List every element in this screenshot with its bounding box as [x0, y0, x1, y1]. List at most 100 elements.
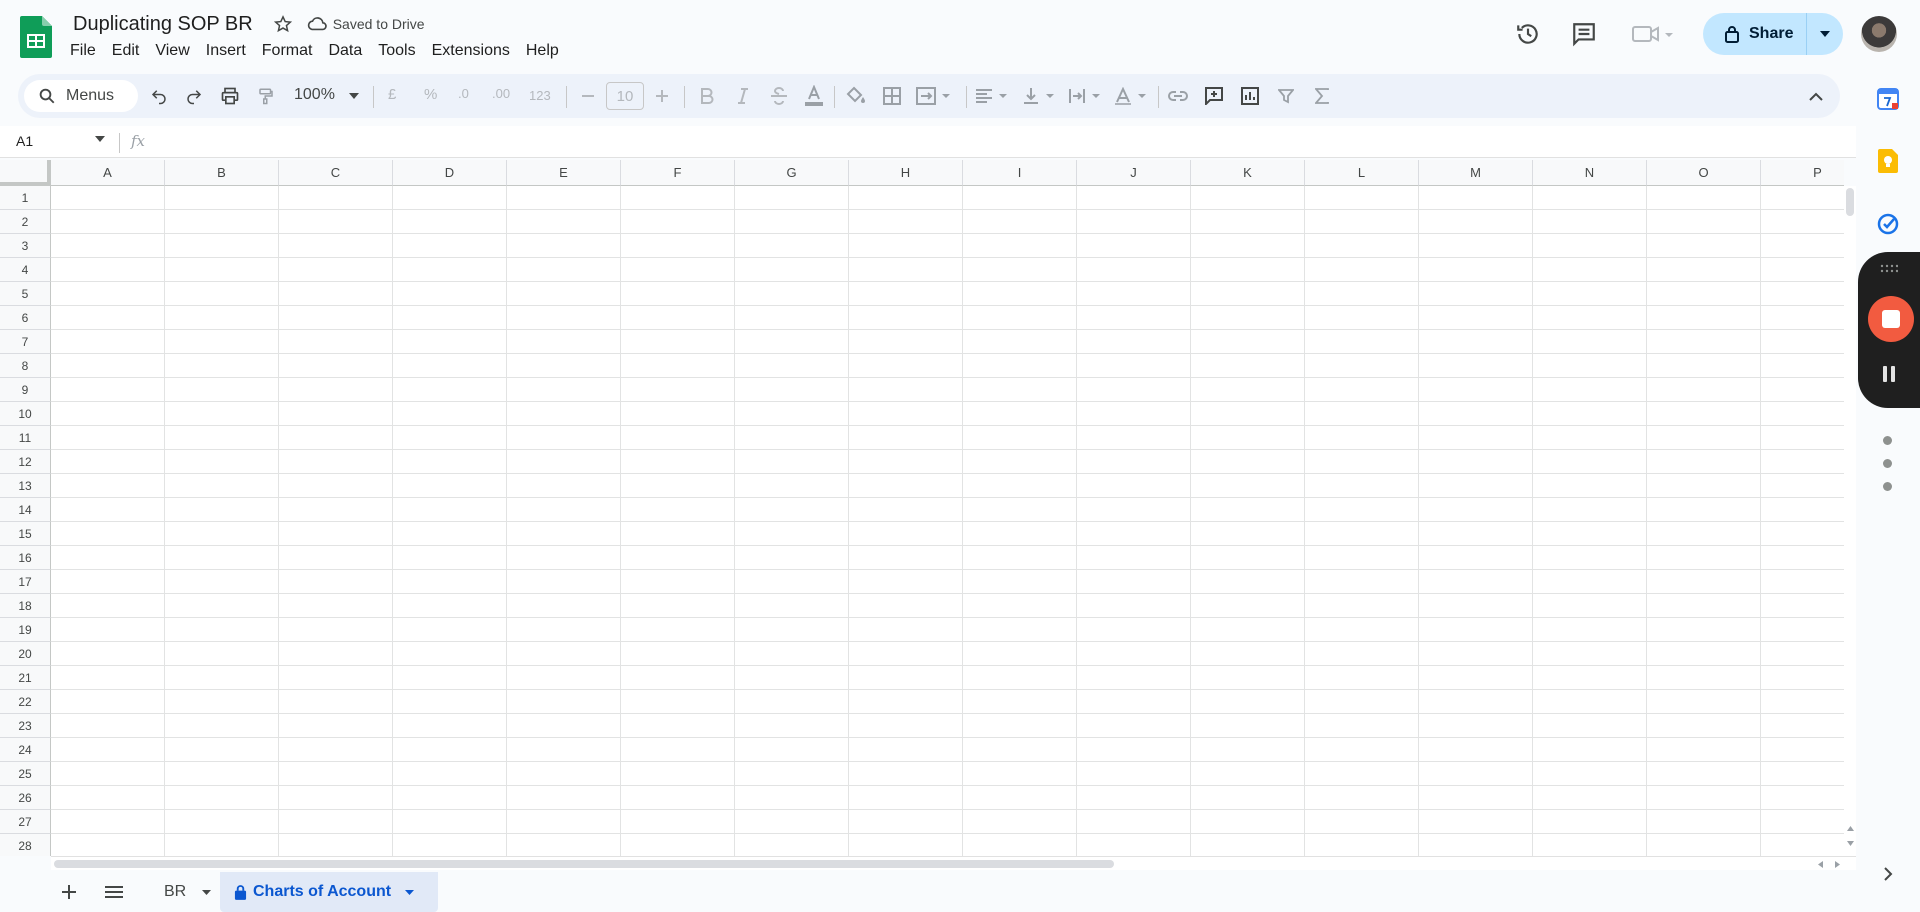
row-header[interactable]: 1: [0, 186, 51, 210]
row-header[interactable]: 19: [0, 618, 51, 642]
horizontal-scrollbar-thumb[interactable]: [54, 860, 1114, 868]
menu-view[interactable]: View: [147, 40, 197, 62]
row-header[interactable]: 2: [0, 210, 51, 234]
tasks-icon[interactable]: [1876, 212, 1900, 236]
cell-area[interactable]: [51, 186, 1844, 856]
row-header[interactable]: 26: [0, 786, 51, 810]
redo-icon[interactable]: [180, 82, 208, 110]
row-header[interactable]: 7: [0, 330, 51, 354]
column-header[interactable]: I: [963, 160, 1077, 186]
percent-format-button[interactable]: %: [424, 86, 437, 103]
horizontal-scrollbar[interactable]: [51, 856, 1856, 870]
italic-icon[interactable]: [729, 82, 757, 110]
column-header[interactable]: D: [393, 160, 507, 186]
row-header[interactable]: 21: [0, 666, 51, 690]
document-title[interactable]: Duplicating SOP BR: [69, 13, 257, 36]
row-header[interactable]: 11: [0, 426, 51, 450]
version-history-icon[interactable]: [1510, 16, 1546, 52]
keep-icon[interactable]: [1876, 149, 1900, 173]
menu-edit[interactable]: Edit: [104, 40, 148, 62]
column-header[interactable]: B: [165, 160, 279, 186]
increase-decimal-button[interactable]: .00: [492, 86, 510, 101]
row-header[interactable]: 18: [0, 594, 51, 618]
menu-extensions[interactable]: Extensions: [424, 40, 518, 62]
row-header[interactable]: 10: [0, 402, 51, 426]
column-header[interactable]: F: [621, 160, 735, 186]
sheets-logo-icon[interactable]: [20, 16, 52, 58]
row-header[interactable]: 9: [0, 378, 51, 402]
column-header[interactable]: O: [1647, 160, 1761, 186]
column-header[interactable]: C: [279, 160, 393, 186]
meet-video-icon[interactable]: [1628, 16, 1678, 52]
column-header[interactable]: N: [1533, 160, 1647, 186]
borders-icon[interactable]: [878, 82, 906, 110]
vertical-scrollbar[interactable]: [1844, 186, 1856, 856]
drag-handle-icon[interactable]: [1880, 264, 1898, 274]
row-header[interactable]: 14: [0, 498, 51, 522]
menu-data[interactable]: Data: [320, 40, 370, 62]
vertical-scrollbar-thumb[interactable]: [1846, 188, 1854, 216]
spreadsheet-grid[interactable]: ABCDEFGHIJKLMNOP 1 2 3 4 5 6 7 8 9 10 11 12 13 14 15 16…: [0, 160, 1844, 856]
share-main-button[interactable]: Share: [1703, 13, 1807, 55]
row-header[interactable]: 6: [0, 306, 51, 330]
functions-icon[interactable]: [1308, 82, 1336, 110]
merge-cells-icon[interactable]: [914, 82, 954, 110]
select-all-corner[interactable]: [0, 160, 51, 186]
collapse-toolbar-icon[interactable]: [1802, 82, 1830, 110]
sheet-tab-charts-of-account[interactable]: Charts of Account: [220, 872, 438, 912]
save-status[interactable]: Saved to Drive: [307, 14, 425, 34]
horizontal-align-icon[interactable]: [973, 82, 1013, 110]
column-header[interactable]: J: [1077, 160, 1191, 186]
row-header[interactable]: 23: [0, 714, 51, 738]
menu-file[interactable]: File: [62, 40, 104, 62]
sheet-tab-br[interactable]: BR: [150, 872, 212, 912]
menus-search[interactable]: Menus: [24, 80, 138, 112]
star-icon[interactable]: [273, 14, 293, 34]
font-size-input[interactable]: 10: [606, 82, 644, 110]
column-header[interactable]: M: [1419, 160, 1533, 186]
row-header[interactable]: 20: [0, 642, 51, 666]
row-header[interactable]: 27: [0, 810, 51, 834]
scroll-left-icon[interactable]: [1818, 861, 1823, 868]
insert-chart-icon[interactable]: [1236, 82, 1264, 110]
fill-color-icon[interactable]: [842, 82, 870, 110]
text-wrapping-icon[interactable]: [1066, 82, 1106, 110]
insert-comment-icon[interactable]: [1200, 82, 1228, 110]
row-header[interactable]: 28: [0, 834, 51, 856]
row-header[interactable]: 4: [0, 258, 51, 282]
menu-tools[interactable]: Tools: [370, 40, 423, 62]
column-header[interactable]: L: [1305, 160, 1419, 186]
menu-help[interactable]: Help: [518, 40, 567, 62]
column-header[interactable]: H: [849, 160, 963, 186]
print-icon[interactable]: [216, 82, 244, 110]
zoom-select[interactable]: 100%: [294, 86, 335, 104]
pause-recording-icon[interactable]: [1882, 366, 1896, 382]
share-dropdown-button[interactable]: [1807, 13, 1843, 55]
column-header[interactable]: E: [507, 160, 621, 186]
avatar[interactable]: [1861, 16, 1897, 52]
scroll-up-icon[interactable]: [1847, 826, 1854, 831]
row-header[interactable]: 16: [0, 546, 51, 570]
increase-font-size-icon[interactable]: [648, 82, 676, 110]
undo-icon[interactable]: [145, 82, 173, 110]
strikethrough-icon[interactable]: [765, 82, 793, 110]
text-color-icon[interactable]: [800, 82, 828, 110]
insert-link-icon[interactable]: [1164, 82, 1192, 110]
row-header[interactable]: 3: [0, 234, 51, 258]
row-header[interactable]: 22: [0, 690, 51, 714]
add-sheet-icon[interactable]: [55, 878, 83, 906]
menu-format[interactable]: Format: [254, 40, 321, 62]
scroll-right-icon[interactable]: [1835, 861, 1840, 868]
name-box-caret-down-icon[interactable]: [95, 136, 105, 142]
row-header[interactable]: 17: [0, 570, 51, 594]
currency-format-button[interactable]: £: [388, 86, 396, 103]
bold-icon[interactable]: [693, 82, 721, 110]
column-header[interactable]: K: [1191, 160, 1305, 186]
decrease-decimal-button[interactable]: .0: [458, 86, 469, 101]
caret-down-icon[interactable]: [405, 889, 415, 895]
row-header[interactable]: 13: [0, 474, 51, 498]
column-header[interactable]: P: [1761, 160, 1844, 186]
row-header[interactable]: 15: [0, 522, 51, 546]
share-button[interactable]: Share: [1703, 13, 1843, 55]
column-header[interactable]: G: [735, 160, 849, 186]
